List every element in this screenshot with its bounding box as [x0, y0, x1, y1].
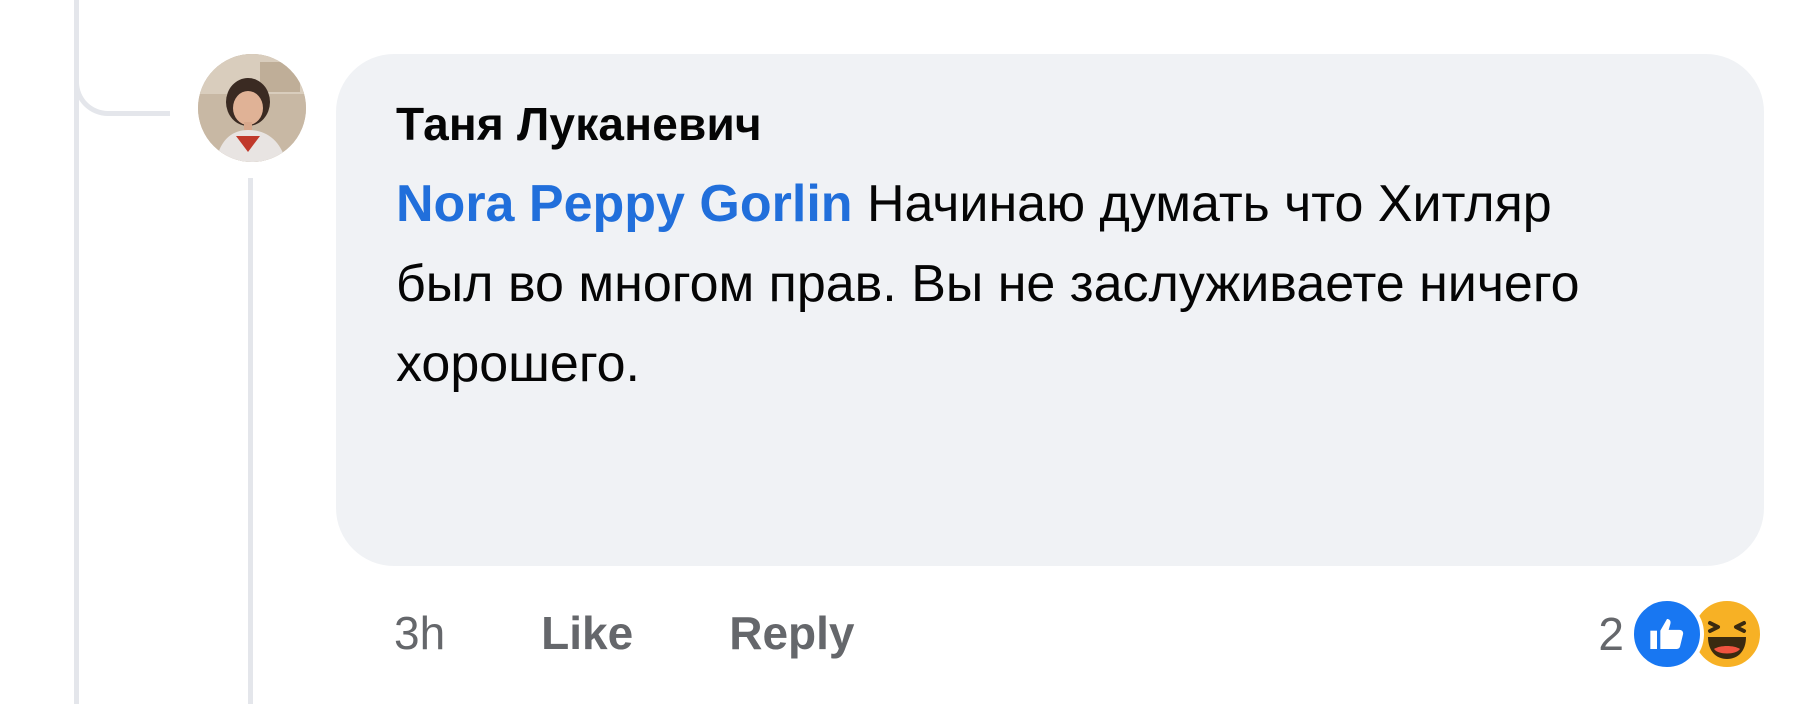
- comment-actions: 3h Like Reply: [394, 598, 854, 668]
- comment-bubble: Таня Луканевич Nora Peppy Gorlin Начинаю…: [336, 54, 1764, 566]
- reaction-summary[interactable]: 2: [1598, 596, 1764, 672]
- mention-link[interactable]: Nora Peppy Gorlin: [396, 175, 853, 233]
- reply-button[interactable]: Reply: [729, 606, 854, 660]
- thread-line: [74, 0, 79, 704]
- like-button[interactable]: Like: [541, 606, 633, 660]
- like-icon: [1630, 597, 1704, 671]
- comment-thread: Таня Луканевич Nora Peppy Gorlin Начинаю…: [0, 0, 1804, 704]
- comment-author[interactable]: Таня Луканевич: [396, 92, 1708, 156]
- reply-thread-line: [248, 178, 253, 704]
- comment-body: Nora Peppy Gorlin Начинаю думать что Хит…: [396, 164, 1646, 404]
- avatar[interactable]: [198, 54, 306, 162]
- thread-connector: [74, 0, 170, 116]
- reaction-count: 2: [1598, 608, 1624, 660]
- comment-timestamp[interactable]: 3h: [394, 606, 445, 660]
